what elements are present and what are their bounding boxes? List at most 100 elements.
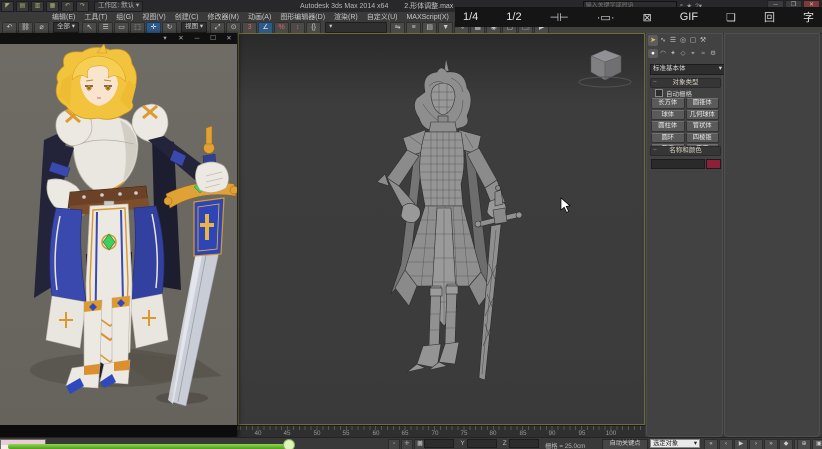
subtab-helpers[interactable]: ⌖ (688, 49, 698, 58)
button-tube[interactable]: 管状体 (686, 121, 720, 132)
view-cube[interactable] (579, 50, 631, 87)
percent-snap-icon[interactable]: % (274, 22, 289, 34)
app-logo-icon[interactable]: ◤ (1, 1, 14, 12)
tab-modify[interactable]: ∿ (658, 35, 668, 46)
viewer-menu-chevron-icon[interactable]: ▾ (157, 34, 173, 44)
y-coordinate-field[interactable] (467, 439, 497, 448)
viewer-pin-close-icon[interactable]: ✕ (173, 34, 189, 44)
viewer-title-bar[interactable]: ▾ ✕ ─ ☐ ✕ (0, 33, 237, 44)
select-scale-icon[interactable]: ⤢ (210, 22, 225, 34)
key-mode-button[interactable]: ◆ (779, 439, 793, 449)
tab-create[interactable]: ➤ (648, 35, 658, 46)
object-name-input[interactable] (651, 159, 705, 169)
rollout-object-type[interactable]: − 对象类型 (650, 78, 721, 88)
button-pyramid[interactable]: 四棱锥 (686, 133, 720, 144)
recorder-gif-button[interactable]: GIF (680, 11, 698, 23)
save-file-icon[interactable]: ▦ (46, 1, 59, 12)
selection-lock-icon[interactable]: ▫ (388, 439, 400, 449)
maximize-viewport-icon[interactable]: ▣ (812, 439, 822, 449)
subtab-cameras[interactable]: ◇ (678, 49, 688, 58)
video-progress-knob[interactable] (283, 439, 295, 449)
auto-key-button[interactable]: 自动关键点 (602, 439, 648, 449)
tab-hierarchy[interactable]: ☰ (668, 35, 678, 46)
previous-frame-button[interactable]: ‹ (719, 439, 733, 449)
snap-toggle-3d-icon[interactable]: 3 (242, 22, 257, 34)
button-cylinder[interactable]: 圆柱体 (651, 121, 685, 132)
button-torus[interactable]: 圆环 (651, 133, 685, 144)
wireframe-model[interactable] (377, 58, 522, 380)
menu-create[interactable]: 创建(C) (175, 12, 199, 22)
video-progress-bar[interactable] (8, 444, 292, 449)
angle-snap-icon[interactable]: ∠ (258, 22, 273, 34)
geometry-category-dropdown[interactable]: 标准基本体▾ (650, 64, 725, 75)
button-cone[interactable]: 圆锥体 (686, 98, 720, 109)
recorder-frames-icon[interactable]: ❏ (726, 11, 736, 24)
align-icon[interactable]: ≡ (406, 22, 421, 34)
button-sphere[interactable]: 球体 (651, 110, 685, 121)
object-color-swatch[interactable] (706, 159, 721, 169)
rollout-name-color[interactable]: − 名称和颜色 (650, 146, 721, 156)
perspective-viewport[interactable] (238, 33, 645, 425)
coord-system-dropdown[interactable]: 视图 ▾ (181, 22, 207, 33)
recorder-quarter-size[interactable]: 1/4 (463, 11, 478, 23)
zoom-extents-icon[interactable]: ⊕ (797, 439, 811, 449)
window-crossing-icon[interactable]: ⬚ (130, 22, 145, 34)
key-filter-dropdown[interactable]: 选定对象▾ (650, 439, 700, 448)
next-frame-button[interactable]: › (749, 439, 763, 449)
workspace-dropdown[interactable]: 工作区: 默认 ▾ (94, 1, 143, 12)
select-rotate-icon[interactable]: ↻ (162, 22, 177, 34)
recorder-region-icon[interactable]: ⊠ (643, 11, 652, 24)
spinner-snap-icon[interactable]: ↕ (290, 22, 305, 34)
selection-region-icon[interactable]: ▭ (114, 22, 129, 34)
menu-rendering[interactable]: 渲染(R) (334, 12, 358, 22)
menu-animation[interactable]: 动画(A) (248, 12, 271, 22)
menu-edit[interactable]: 编辑(E) (52, 12, 75, 22)
open-file-icon[interactable]: ▥ (31, 1, 44, 12)
x-coordinate-field[interactable] (424, 439, 454, 448)
graphite-ribbon-icon[interactable]: ▼ (438, 22, 453, 34)
menu-views[interactable]: 视图(V) (142, 12, 165, 22)
named-sets-dropdown[interactable]: ▾ (325, 22, 387, 33)
viewer-maximize-button[interactable]: ☐ (205, 34, 221, 44)
tab-motion[interactable]: ◎ (678, 35, 688, 46)
subtab-lights[interactable]: ✦ (668, 49, 678, 58)
subtab-systems[interactable]: ⚙ (708, 49, 718, 58)
select-by-name-icon[interactable]: ☰ (98, 22, 113, 34)
menu-graph-editors[interactable]: 图形编辑器(D) (280, 12, 325, 22)
z-coordinate-field[interactable] (509, 439, 539, 448)
use-pivot-icon[interactable]: ⊙ (226, 22, 241, 34)
selection-filter-dropdown[interactable]: 全部 ▾ (53, 22, 79, 33)
tab-display[interactable]: ▢ (688, 35, 698, 46)
menu-tools[interactable]: 工具(T) (84, 12, 107, 22)
menu-group[interactable]: 组(G) (116, 12, 133, 22)
tab-utilities[interactable]: ⚒ (698, 35, 708, 46)
button-box[interactable]: 长方体 (651, 98, 685, 109)
menu-customize[interactable]: 自定义(U) (367, 12, 398, 22)
undo-icon[interactable]: ↶ (61, 1, 74, 12)
autogrid-checkbox[interactable] (655, 89, 663, 97)
select-object-icon[interactable]: ↖ (82, 22, 97, 34)
edit-named-sets-icon[interactable]: {} (306, 22, 321, 34)
recorder-border-icon[interactable]: 回 (764, 9, 775, 25)
layer-manager-icon[interactable]: ▤ (422, 22, 437, 34)
subtab-geometry[interactable]: ● (648, 49, 658, 58)
unlink-icon[interactable]: ⌀ (34, 22, 49, 34)
redo-icon[interactable]: ↷ (76, 1, 89, 12)
subtab-spacewarps[interactable]: ≈ (698, 49, 708, 58)
mirror-icon[interactable]: ⇋ (390, 22, 405, 34)
viewer-minimize-button[interactable]: ─ (189, 34, 205, 44)
play-button[interactable]: ▶ (734, 439, 748, 449)
button-geosphere[interactable]: 几何球体 (686, 110, 720, 121)
recorder-text-tool[interactable]: 字 (803, 9, 814, 25)
recorder-resize-icon[interactable]: ⊣⊢ (550, 11, 569, 24)
subtab-shapes[interactable]: ◠ (658, 49, 668, 58)
new-file-icon[interactable]: ▤ (16, 1, 29, 12)
menu-modifiers[interactable]: 修改器(M) (207, 12, 239, 22)
select-link-icon[interactable]: ⛓ (18, 22, 33, 34)
go-to-end-button[interactable]: » (764, 439, 778, 449)
go-to-start-button[interactable]: « (704, 439, 718, 449)
menu-maxscript[interactable]: MAXScript(X) (406, 14, 448, 21)
undo-scene-icon[interactable]: ↶ (2, 22, 17, 34)
recorder-half-size[interactable]: 1/2 (506, 11, 521, 23)
select-move-icon[interactable]: ✛ (146, 22, 161, 34)
